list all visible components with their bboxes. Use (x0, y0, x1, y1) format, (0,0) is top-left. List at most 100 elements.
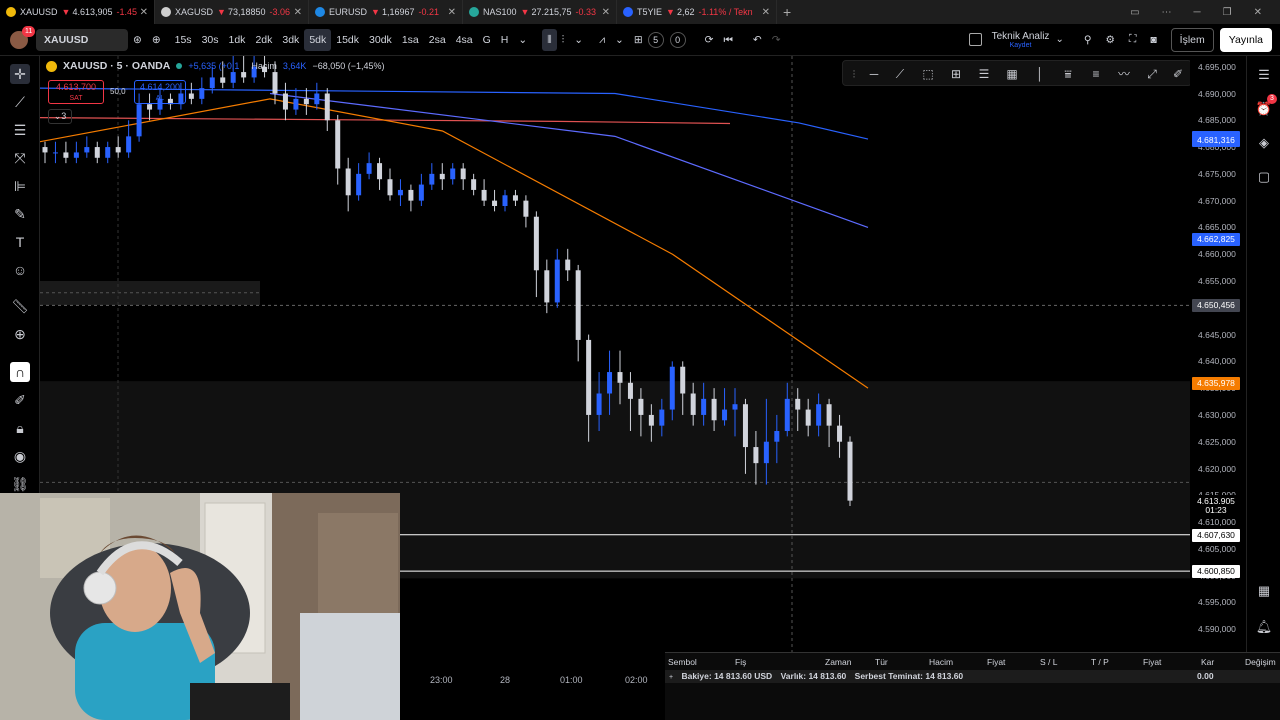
indicators-icon[interactable]: ⩘ (594, 29, 610, 51)
interval-option[interactable]: 3dk (277, 29, 304, 51)
positions-column-header[interactable]: T / P (1091, 657, 1109, 667)
path-icon[interactable]: 〰 (1115, 65, 1133, 83)
lock-drawing-icon[interactable]: ✐ (10, 390, 30, 410)
publish-button[interactable]: Yayınla (1219, 27, 1272, 52)
close-tab-icon[interactable]: ✕ (448, 7, 456, 18)
position-icon[interactable]: ⊫ (10, 176, 30, 196)
fib-retracement-icon[interactable]: ☰ (975, 65, 993, 83)
candle-type-icon[interactable]: ⫴ (542, 28, 557, 51)
legend-title[interactable]: XAUUSD · 5 · OANDA (63, 60, 170, 72)
expand-icon[interactable]: + (669, 674, 673, 681)
search-icon[interactable]: ⚲ (1084, 34, 1092, 46)
alert-icon[interactable]: ⟳ (700, 29, 719, 51)
layout-grid-icon[interactable]: ⊞ (629, 29, 648, 51)
trendline-tool-icon[interactable]: ⟋ (891, 65, 909, 83)
interval-option[interactable]: G (478, 29, 496, 51)
horizontal-line-icon[interactable]: ─ (865, 65, 883, 83)
emoji-icon[interactable]: ☺ (10, 260, 30, 280)
price-axis[interactable]: 4.695,000 4.690,000 4.685,000 4.680,000 4.67… (1190, 56, 1246, 661)
drag-handle-icon[interactable]: ⁝ (845, 65, 863, 83)
magnet-icon[interactable]: ∩ (10, 362, 30, 382)
positions-column-header[interactable]: Zaman (825, 657, 851, 667)
compare-icon[interactable]: ⊛ (128, 29, 147, 51)
lock-icon[interactable]: 🔒︎ (10, 418, 30, 438)
fullscreen-icon[interactable]: ⛶ (1129, 33, 1136, 46)
layout-zero[interactable]: 0 (669, 31, 686, 48)
pattern-icon[interactable]: ⤧ (10, 148, 30, 168)
positions-column-header[interactable]: Sembol (668, 657, 697, 667)
chart-type-dropdown-icon[interactable]: ⌄ (569, 29, 588, 51)
minimize-icon[interactable]: ─ (1194, 7, 1201, 18)
vertical-line-icon[interactable]: │ (1031, 65, 1049, 83)
sell-button[interactable]: 4.613,700 SAT (48, 80, 104, 104)
close-tab-icon[interactable]: ✕ (762, 7, 770, 18)
undo-icon[interactable]: ↶ (748, 29, 767, 51)
avatar[interactable]: 11 (10, 25, 36, 49)
symbol-tab[interactable]: T5YIE ▼ 2,62 -1.11% / Tekn ✕ (617, 0, 777, 24)
symbol-tab[interactable]: XAGUSD ▼ 73,18850 -3.06 ✕ (155, 0, 309, 24)
ruler-icon[interactable]: 📏︎ (10, 296, 30, 316)
positions-column-header[interactable]: Değişim (1245, 657, 1276, 667)
interval-option[interactable]: 5dk (304, 28, 332, 51)
trade-button[interactable]: İşlem (1170, 27, 1214, 52)
bar-type-icon[interactable]: ⫶ (557, 29, 570, 51)
positions-column-header[interactable]: Kar (1201, 657, 1214, 667)
calendar-icon[interactable]: ▦ (1255, 582, 1273, 600)
date-range-icon[interactable]: ⊞ (947, 65, 965, 83)
symbol-tab[interactable]: XAUUSD ▼ 4.613,905 -1.45 ✕ (0, 0, 155, 24)
replay-icon[interactable]: ⏮ (718, 29, 737, 51)
interval-dropdown-icon[interactable]: ⌄ (513, 29, 532, 51)
link-icon[interactable]: ⛓ (10, 474, 30, 494)
eye-icon[interactable]: ◉ (10, 446, 30, 466)
interval-option[interactable]: 1sa (397, 29, 424, 51)
watchlist-icon[interactable]: ☰ (1255, 66, 1273, 84)
symbol-search-input[interactable]: XAUUSD (36, 28, 128, 51)
layout-checkbox-icon[interactable] (968, 33, 982, 46)
interval-option[interactable]: 15s (170, 29, 197, 51)
interval-option[interactable]: 2dk (250, 29, 277, 51)
gann-box-icon[interactable]: ▦ (1003, 65, 1021, 83)
rectangle-icon[interactable]: ⬚ (919, 65, 937, 83)
camera-icon[interactable]: ◙ (1150, 34, 1156, 46)
fib-extension-icon[interactable]: ≡ (1087, 65, 1105, 83)
trendline-icon[interactable]: ⟋ (10, 92, 30, 112)
positions-column-header[interactable]: S / L (1040, 657, 1057, 667)
channel-icon[interactable]: ⩸ (1059, 65, 1077, 83)
interval-option[interactable]: 2sa (424, 29, 451, 51)
zoom-icon[interactable]: ⊕ (10, 324, 30, 344)
redo-icon[interactable]: ↷ (767, 29, 786, 51)
symbol-tab[interactable]: NAS100 ▼ 27.215,75 -0.33 ✕ (463, 0, 617, 24)
positions-column-header[interactable]: Hacim (929, 657, 953, 667)
positions-column-header[interactable]: Fiyat (1143, 657, 1161, 667)
indicator-collapse-button[interactable]: ⌄3 (48, 109, 72, 124)
close-tab-icon[interactable]: ✕ (602, 7, 610, 18)
screen-share-icon[interactable]: ▭ (1130, 7, 1139, 18)
brush-icon[interactable]: ✎ (10, 204, 30, 224)
close-tab-icon[interactable]: ✕ (140, 7, 148, 18)
symbol-tab[interactable]: EURUSD ▼ 1,16967 -0.21 ✕ (309, 0, 463, 24)
positions-column-header[interactable]: Fiyat (987, 657, 1005, 667)
interval-option[interactable]: 4sa (451, 29, 478, 51)
chat-icon[interactable]: ▢ (1255, 168, 1273, 186)
layers-icon[interactable]: ◈ (1255, 134, 1273, 152)
bell-icon[interactable]: 🔔︎ (1255, 618, 1273, 636)
close-window-icon[interactable]: ✕ (1254, 7, 1262, 18)
more-icon[interactable]: ⋯ (1162, 7, 1172, 18)
interval-option[interactable]: 30dk (364, 29, 397, 51)
settings-icon[interactable]: ⚙ (1106, 34, 1115, 46)
layout-dropdown-icon[interactable]: ⌄ (1055, 34, 1063, 45)
pencil-icon[interactable]: ✐ (1169, 65, 1187, 83)
positions-column-header[interactable]: Fiş (735, 657, 746, 667)
interval-option[interactable]: H (496, 29, 514, 51)
close-tab-icon[interactable]: ✕ (294, 7, 302, 18)
add-symbol-icon[interactable]: ⊕ (147, 29, 166, 51)
interval-option[interactable]: 15dk (331, 29, 364, 51)
layout-count[interactable]: 5 (647, 31, 664, 48)
text-icon[interactable]: T (10, 232, 30, 252)
indicators-dropdown-icon[interactable]: ⌄ (610, 29, 629, 51)
buy-button[interactable]: 4.614,200 AL (134, 80, 186, 104)
interval-option[interactable]: 1dk (224, 29, 251, 51)
interval-option[interactable]: 30s (197, 29, 224, 51)
new-tab-button[interactable]: + (777, 0, 797, 24)
analysis-layout-button[interactable]: Teknik Analiz Kaydet (992, 31, 1050, 49)
